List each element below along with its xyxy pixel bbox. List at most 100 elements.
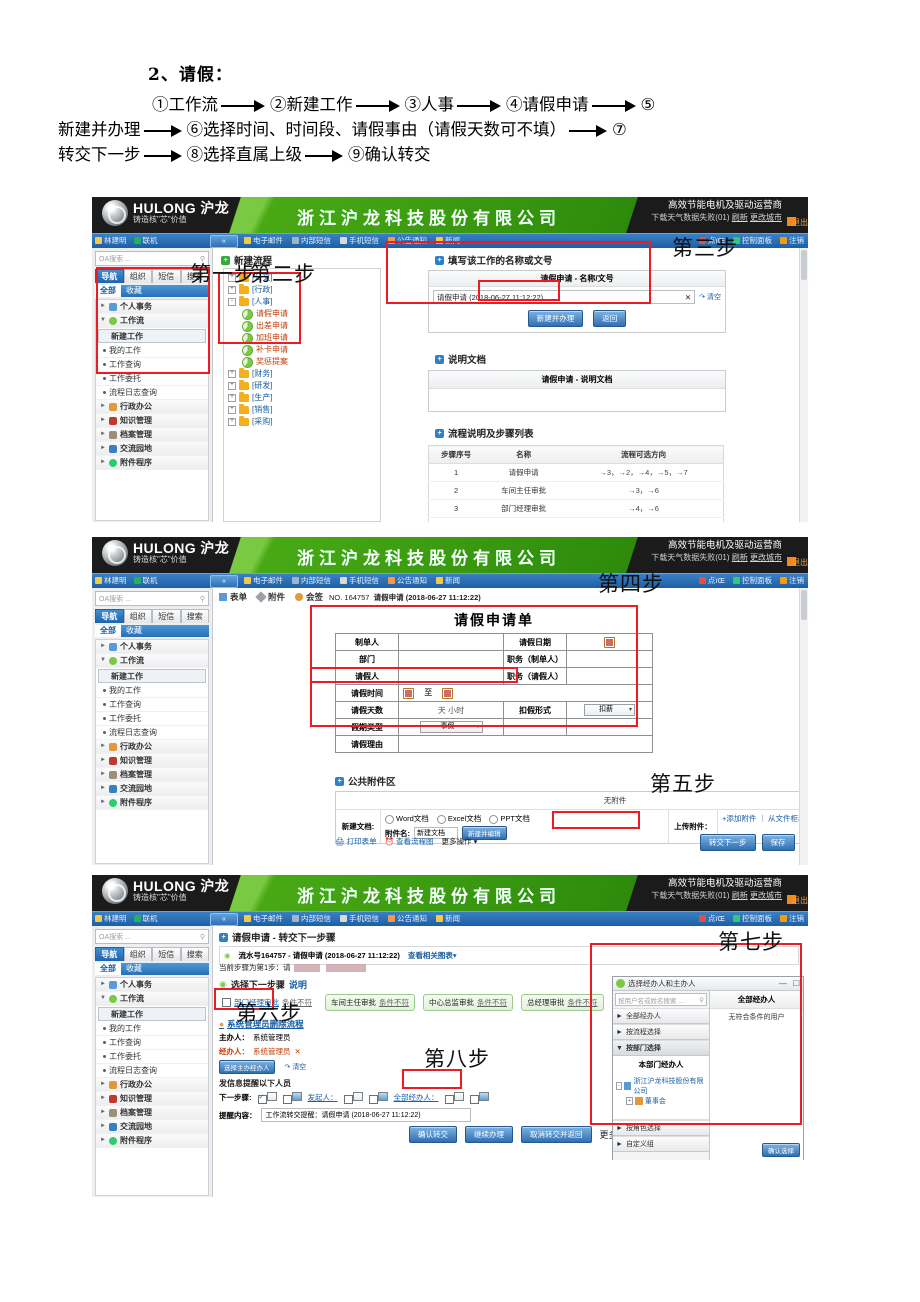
tab-org[interactable]: 组织 bbox=[123, 947, 152, 961]
cancel-transfer-button[interactable]: 取消转交并返回 bbox=[521, 1126, 592, 1143]
confirm-transfer-button[interactable]: 确认转交 bbox=[409, 1126, 457, 1143]
sidebar-item-plugins[interactable]: ► 附件程序 bbox=[96, 1134, 208, 1148]
back-button[interactable]: 返回 bbox=[593, 310, 627, 327]
nav-right-item-1[interactable]: 点ïŒ bbox=[698, 575, 725, 586]
sidebar-item-work-query[interactable]: 工作查询 bbox=[96, 1036, 208, 1050]
org-node-root[interactable]: - 浙江沪龙科技股份有限公司 bbox=[616, 1076, 706, 1096]
sidebar-item-flow-log[interactable]: 流程日志查询 bbox=[96, 1064, 208, 1078]
sidebar-item-plugins[interactable]: ► 附件程序 bbox=[96, 796, 208, 810]
more-ops-link[interactable]: 更多操作 ▾ bbox=[442, 836, 478, 847]
nav-item-announcement[interactable]: 公告通知 bbox=[388, 913, 427, 924]
tree-node-yanfa[interactable]: + [研发] bbox=[228, 380, 380, 392]
section-by-role[interactable]: ► 按角色选择 bbox=[613, 1120, 709, 1136]
notify-all-label[interactable]: 全部经办人： bbox=[394, 1092, 439, 1103]
subtab-fav[interactable]: 收藏 bbox=[121, 625, 147, 637]
refresh-link[interactable]: 刷新 bbox=[732, 213, 748, 222]
collapse-nav-button[interactable]: « bbox=[210, 913, 238, 926]
radio-ppt[interactable]: PPT文档 bbox=[489, 814, 530, 824]
nav-item-internal-sms[interactable]: 内部短信 bbox=[292, 575, 331, 586]
tree-node-xiaoshou[interactable]: + [销售] bbox=[228, 404, 380, 416]
tab-nav[interactable]: 导航 bbox=[95, 947, 124, 961]
sidebar-item-admin-office[interactable]: ► 行政办公 bbox=[96, 1078, 208, 1092]
continue-handle-button[interactable]: 继续办理 bbox=[465, 1126, 513, 1143]
sidebar-item-knowledge[interactable]: ► 知识管理 bbox=[96, 754, 208, 768]
clear-handler-link[interactable]: ↷ 清空 bbox=[285, 1062, 307, 1072]
tab-form[interactable]: 表单 bbox=[219, 591, 247, 603]
section-by-dept[interactable]: ▼ 按部门选择 bbox=[613, 1040, 709, 1056]
search-icon[interactable]: ⚲ bbox=[200, 595, 205, 603]
print-form-link[interactable]: 🖨 打印表单 bbox=[335, 836, 377, 847]
search-input[interactable]: OA搜索 ... ⚲ bbox=[95, 591, 209, 606]
notify-next-step-msg[interactable] bbox=[282, 1092, 302, 1104]
sidebar-item-flow-log[interactable]: 流程日志查询 bbox=[96, 726, 208, 740]
tree-node-shengchan[interactable]: + [生产] bbox=[228, 392, 380, 404]
nav-item-announcement[interactable]: 公告通知 bbox=[388, 235, 427, 246]
subtab-all[interactable]: 全部 bbox=[95, 963, 121, 975]
section-custom-group[interactable]: ► 自定义组 bbox=[613, 1136, 709, 1152]
notify-sender-sms[interactable] bbox=[343, 1092, 363, 1104]
sidebar-item-forum[interactable]: ► 交流园地 bbox=[96, 442, 208, 456]
view-flowchart-link[interactable]: ⏰ 查看流程图 bbox=[385, 836, 434, 847]
sidebar-item-archive[interactable]: ► 档案管理 bbox=[96, 1106, 208, 1120]
collapse-nav-button[interactable]: « bbox=[210, 235, 238, 248]
nav-item-mobile-sms[interactable]: 手机短信 bbox=[340, 913, 379, 924]
sidebar-item-knowledge[interactable]: ► 知识管理 bbox=[96, 1092, 208, 1106]
nav-item-mobile-sms[interactable]: 手机短信 bbox=[340, 235, 379, 246]
nav-item-internal-sms[interactable]: 内部短信 bbox=[292, 235, 331, 246]
sidebar-item-knowledge[interactable]: ► 知识管理 bbox=[96, 414, 208, 428]
step-option-workshop-dir[interactable]: 车间主任审批 条件不符 bbox=[325, 994, 415, 1011]
field-leave-type[interactable]: 事假 bbox=[397, 718, 505, 736]
notify-sender-msg[interactable] bbox=[368, 1092, 388, 1104]
transfer-next-button[interactable]: 转交下一步 bbox=[700, 834, 756, 851]
nav-item-email[interactable]: 电子邮件 bbox=[244, 913, 283, 924]
tab-nav[interactable]: 导航 bbox=[95, 609, 124, 623]
sidebar-item-personal[interactable]: ► 个人事务 bbox=[96, 978, 208, 992]
nav-right-item-2[interactable]: 控制面板 bbox=[733, 575, 772, 586]
field-leave-reason[interactable] bbox=[398, 735, 653, 753]
clear-link[interactable]: ↷ 清空 bbox=[699, 292, 721, 302]
notify-all-msg[interactable] bbox=[469, 1092, 489, 1104]
calendar-icon[interactable] bbox=[604, 636, 616, 648]
clear-input-icon[interactable]: ✕ bbox=[685, 293, 691, 302]
search-input[interactable]: OA搜索 ... ⚲ bbox=[95, 929, 209, 944]
save-button[interactable]: 保存 bbox=[761, 834, 795, 851]
tree-leaf-travel-request[interactable]: 出差申请 bbox=[242, 320, 380, 332]
field-creator[interactable] bbox=[397, 633, 505, 651]
sidebar-item-work-delegate[interactable]: 工作委托 bbox=[96, 1050, 208, 1064]
sidebar-item-forum[interactable]: ► 交流园地 bbox=[96, 782, 208, 796]
nav-status[interactable]: 联机 bbox=[133, 913, 158, 924]
tab-attachment[interactable]: 附件 bbox=[255, 591, 285, 603]
radio-excel[interactable]: Excel文档 bbox=[436, 814, 481, 824]
notify-next-step-sms[interactable] bbox=[257, 1092, 277, 1104]
field-leave-time[interactable]: 至 bbox=[398, 684, 653, 702]
tab-sms[interactable]: 短信 bbox=[152, 269, 181, 283]
notify-all-sms[interactable] bbox=[444, 1092, 464, 1104]
field-deduct-type[interactable]: 扣薪 bbox=[566, 701, 653, 719]
nav-right-item-3[interactable]: 注销 bbox=[780, 913, 804, 924]
remove-handler-icon[interactable]: ✕ bbox=[295, 1047, 301, 1056]
tab-search[interactable]: 搜索 bbox=[180, 609, 209, 623]
pick-handler-button[interactable]: 选择主办经办人 bbox=[219, 1060, 275, 1074]
sidebar-item-my-work[interactable]: 我的工作 bbox=[96, 344, 208, 358]
scrollbar-thumb[interactable] bbox=[801, 590, 807, 620]
sidebar-item-work-query[interactable]: 工作查询 bbox=[96, 698, 208, 712]
sidebar-item-workflow[interactable]: ▼ 工作流 bbox=[96, 992, 208, 1006]
field-title-creator[interactable] bbox=[566, 650, 653, 668]
change-city-link[interactable]: 更改城市 bbox=[750, 213, 782, 222]
scrollbar-thumb[interactable] bbox=[801, 250, 807, 280]
sidebar-item-new-work[interactable]: 新建工作 bbox=[98, 329, 206, 343]
tree-leaf-overtime-request[interactable]: 加班申请 bbox=[242, 332, 380, 344]
section-by-flow[interactable]: ► 按流程选择 bbox=[613, 1024, 709, 1040]
nav-user[interactable]: 林建明 bbox=[95, 913, 127, 924]
subtab-all[interactable]: 全部 bbox=[95, 625, 121, 637]
flow-name-input[interactable]: 请假申请 (2018-06-27 11:12:22) ✕ bbox=[433, 290, 696, 304]
nav-item-news[interactable]: 新闻 bbox=[436, 575, 460, 586]
nav-right-item-3[interactable]: 注销 bbox=[780, 575, 804, 586]
sidebar-item-new-work[interactable]: 新建工作 bbox=[98, 669, 206, 683]
tree-leaf-reward-proposal[interactable]: 奖惩提案 bbox=[242, 356, 380, 368]
view-chart-link[interactable]: 查看相关图表▾ bbox=[408, 950, 457, 961]
sidebar-item-archive[interactable]: ► 档案管理 bbox=[96, 768, 208, 782]
sidebar-item-flow-log[interactable]: 流程日志查询 bbox=[96, 386, 208, 400]
search-icon[interactable]: ⚲ bbox=[699, 996, 704, 1004]
sidebar-item-workflow[interactable]: ▼ 工作流 bbox=[96, 654, 208, 668]
